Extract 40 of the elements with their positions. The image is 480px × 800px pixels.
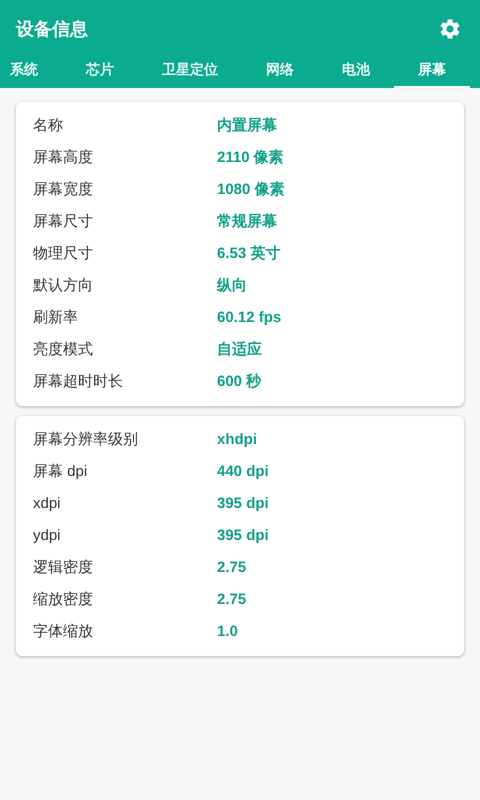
info-value: 600 秒 — [217, 372, 262, 392]
info-value: 440 dpi — [217, 462, 269, 482]
info-label: 屏幕高度 — [33, 148, 94, 168]
info-label: 名称 — [33, 116, 64, 136]
info-label: 字体缩放 — [33, 622, 94, 642]
info-label: 屏幕宽度 — [33, 180, 94, 200]
info-value: 60.12 fps — [217, 308, 282, 328]
info-value: 395 dpi — [217, 526, 269, 546]
tab[interactable]: 系统 — [0, 58, 62, 88]
tab[interactable]: 卫星定位 — [138, 58, 242, 88]
info-value: 内置屏幕 — [217, 116, 277, 136]
info-label: 默认方向 — [33, 276, 94, 296]
settings-icon[interactable] — [438, 17, 462, 41]
info-value: 6.53 英寸 — [217, 244, 280, 264]
info-label: 缩放密度 — [33, 590, 94, 610]
info-label: 屏幕尺寸 — [33, 212, 94, 232]
info-value: 1080 像素 — [217, 180, 285, 200]
info-value: 2.75 — [217, 590, 246, 610]
info-label: ydpi — [33, 526, 62, 546]
info-value: 自适应 — [217, 340, 262, 360]
info-value: 2110 像素 — [217, 148, 284, 168]
info-label: 屏幕超时时长 — [33, 372, 124, 392]
info-label: 物理尺寸 — [33, 244, 94, 264]
info-label: 屏幕 dpi — [33, 462, 88, 482]
info-label: xdpi — [33, 494, 62, 514]
tab[interactable]: 网络 — [242, 58, 318, 88]
tab[interactable]: 芯片 — [62, 58, 138, 88]
info-value: 1.0 — [217, 622, 238, 642]
info-value: 纵向 — [217, 276, 247, 296]
info-value: 2.75 — [217, 558, 246, 578]
app-title: 设备信息 — [16, 18, 88, 41]
info-label: 逻辑密度 — [33, 558, 94, 578]
tab[interactable]: 屏幕 — [394, 58, 470, 88]
info-label: 亮度模式 — [33, 340, 94, 360]
info-value: 395 dpi — [217, 494, 269, 514]
info-label: 屏幕分辨率级别 — [33, 430, 139, 450]
tab[interactable]: 电池 — [318, 58, 394, 88]
info-value: 常规屏幕 — [217, 212, 277, 232]
info-label: 刷新率 — [33, 308, 79, 328]
info-value: xhdpi — [217, 430, 257, 450]
